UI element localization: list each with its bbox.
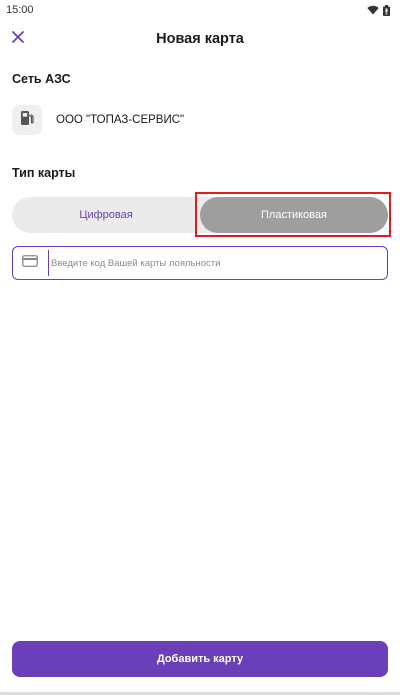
station-section-label: Сеть АЗС bbox=[12, 72, 71, 86]
status-icons bbox=[367, 4, 390, 16]
fuel-station-icon-box bbox=[12, 105, 42, 135]
card-type-digital-option[interactable]: Цифровая bbox=[12, 197, 200, 233]
battery-icon bbox=[383, 4, 390, 16]
add-card-button[interactable]: Добавить карту bbox=[12, 641, 388, 677]
wifi-icon bbox=[367, 5, 379, 15]
close-icon bbox=[12, 30, 24, 48]
card-type-toggle: Цифровая Пластиковая bbox=[12, 197, 388, 233]
fuel-pump-icon bbox=[20, 110, 34, 131]
app-bar: Новая карта bbox=[0, 22, 400, 56]
card-type-plastic-option[interactable]: Пластиковая bbox=[200, 197, 388, 233]
page-title: Новая карта bbox=[156, 31, 244, 47]
card-type-section-label: Тип карты bbox=[12, 166, 76, 180]
station-name: ООО "ТОПАЗ-СЕРВИС" bbox=[56, 114, 185, 126]
credit-card-icon bbox=[22, 254, 38, 272]
status-bar: 15:00 bbox=[0, 0, 400, 20]
screen: 15:00 Новая карта Сеть АЗС ООО "ТОПАЗ-СЕ… bbox=[0, 0, 400, 695]
close-button[interactable] bbox=[6, 27, 30, 51]
station-row: ООО "ТОПАЗ-СЕРВИС" bbox=[12, 104, 184, 136]
card-code-field bbox=[12, 246, 388, 280]
status-time: 15:00 bbox=[6, 4, 34, 16]
card-code-input[interactable] bbox=[48, 250, 387, 276]
